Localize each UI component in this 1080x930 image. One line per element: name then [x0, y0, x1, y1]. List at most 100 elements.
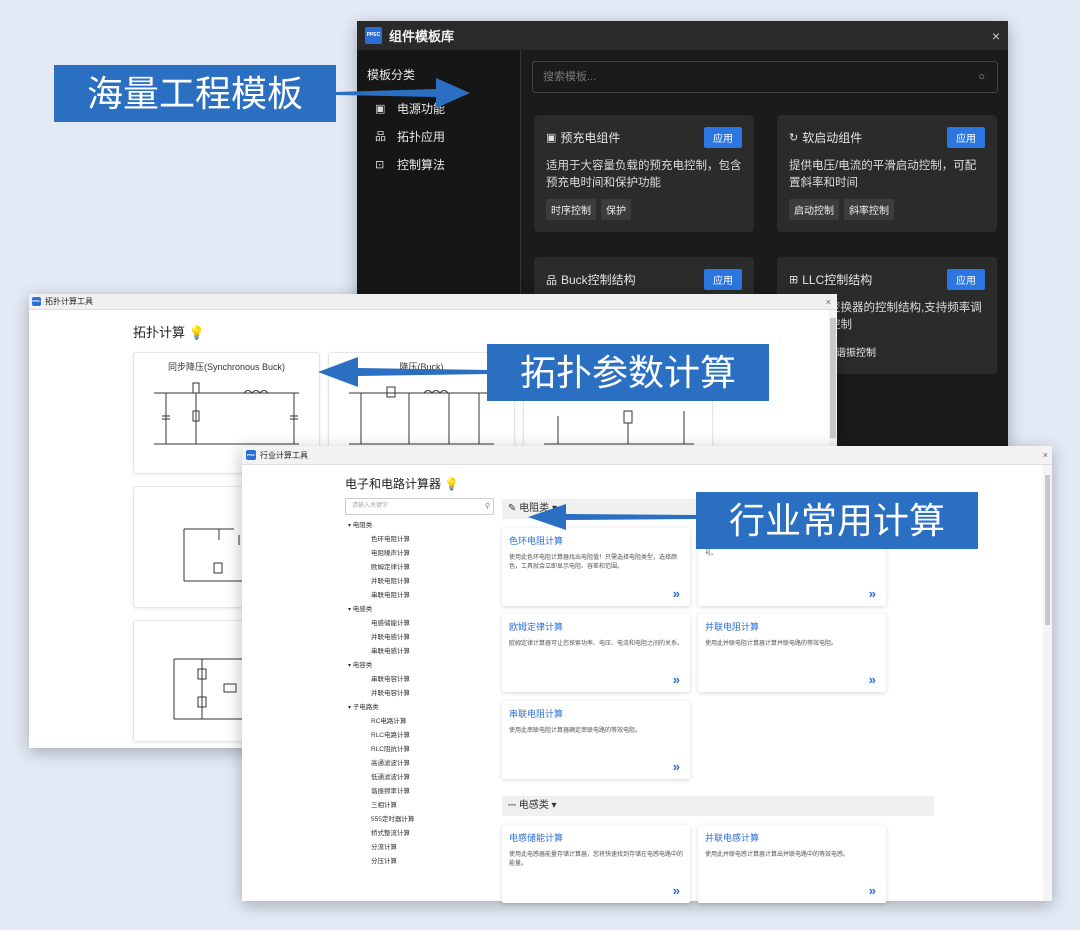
- card-title: 软启动组件: [802, 131, 863, 145]
- apply-button[interactable]: 应用: [947, 269, 985, 290]
- tree-leaf[interactable]: 串联电感计算: [348, 645, 414, 659]
- tree-leaf[interactable]: 电感储能计算: [348, 617, 414, 631]
- calc-card[interactable]: 色环电阻计算 使用此色环电阻计算器找出电阻值！只需选择电阻类型，选择颜色，工具就…: [502, 528, 690, 606]
- open-arrow-icon[interactable]: »: [869, 672, 876, 687]
- tree-leaf[interactable]: 色环电阻计算: [348, 533, 414, 547]
- tree-leaf[interactable]: 桥式整流计算: [348, 827, 414, 841]
- open-arrow-icon[interactable]: »: [673, 672, 680, 687]
- tree-leaf[interactable]: 并联电容计算: [348, 687, 414, 701]
- apply-button[interactable]: 应用: [947, 127, 985, 148]
- calc-card[interactable]: 并联电感计算 使用此并联电感计算器计算出并联电路中的等效电感。 »: [698, 825, 886, 903]
- card-title: 串联电阻计算: [509, 709, 564, 719]
- open-arrow-icon[interactable]: »: [673, 759, 680, 774]
- calc-card[interactable]: 串联电阻计算 使用此串联电阻计算器确定串联电路的等效电阻。 »: [502, 701, 690, 779]
- section-header-inductor[interactable]: ⎓ 电感类 ▾: [502, 796, 934, 816]
- card-description: 使用此色环电阻计算器找出电阻值！只需选择电阻类型，选择颜色，工具就会立即显示电阻…: [509, 555, 678, 570]
- tag: 时序控制: [546, 199, 596, 220]
- tree-leaf[interactable]: RLC阻抗计算: [348, 743, 414, 757]
- tree-leaf[interactable]: 分流计算: [348, 841, 414, 855]
- chip-icon: ⊞: [789, 274, 799, 286]
- apply-button[interactable]: 应用: [704, 127, 742, 148]
- close-icon[interactable]: ×: [992, 28, 1000, 44]
- tag: 启动控制: [789, 199, 839, 220]
- tag: 斜率控制: [844, 199, 894, 220]
- tree-category[interactable]: 电感类: [348, 603, 414, 617]
- hierarchy-icon: 品: [375, 131, 386, 143]
- card-title: 电感储能计算: [509, 833, 564, 843]
- pencil-icon: ✎: [508, 503, 520, 514]
- search-input[interactable]: 搜索模板... ○: [532, 61, 998, 93]
- tree-leaf[interactable]: 欧姆定律计算: [348, 561, 414, 575]
- callout-industry: 行业常用计算: [696, 492, 978, 549]
- category-tree: 电阻类 色环电阻计算 电阻噪声计算 欧姆定律计算 并联电阻计算 串联电阻计算 电…: [348, 519, 415, 869]
- title-bar: PPEC 拓扑计算工具 ×: [29, 294, 837, 310]
- tree-leaf[interactable]: 三相计算: [348, 799, 414, 813]
- window-title: 组件模板库: [389, 29, 455, 44]
- tag: 谐振控制: [836, 348, 876, 359]
- search-placeholder: 搜索模板...: [543, 71, 597, 83]
- sidebar-item-control[interactable]: ⊡ 控制算法: [367, 150, 510, 178]
- page-title: 拓扑计算 💡: [133, 325, 205, 340]
- close-icon[interactable]: ×: [1043, 450, 1048, 460]
- calc-card[interactable]: 欧姆定律计算 欧姆定律计算器可让您探索功率、电压、电流和电阻之间的关系。 »: [502, 614, 690, 692]
- callout-arrow: [528, 504, 698, 530]
- tree-leaf[interactable]: 串联电容计算: [348, 673, 414, 687]
- page-title: 电子和电路计算器 💡: [345, 477, 460, 491]
- open-arrow-icon[interactable]: »: [869, 586, 876, 601]
- card-title: 色环电阻计算: [509, 536, 564, 546]
- search-icon[interactable]: ○: [978, 62, 985, 92]
- tree-leaf[interactable]: 并联电感计算: [348, 631, 414, 645]
- tree-category[interactable]: 电阻类: [348, 519, 414, 533]
- open-arrow-icon[interactable]: »: [673, 586, 680, 601]
- tree-leaf[interactable]: 并联电阻计算: [348, 575, 414, 589]
- section-title: 电感类 ▾: [518, 800, 557, 811]
- template-card[interactable]: ↻ 软启动组件 应用 提供电压/电流的平滑启动控制，可配置斜率和时间 启动控制 斜率控…: [777, 115, 997, 232]
- scrollbar-thumb[interactable]: [1045, 475, 1050, 625]
- tree-search-input[interactable]: 请输入关键字 ⚲: [345, 498, 494, 515]
- sidebar-item-topology[interactable]: 品拓扑应用: [367, 122, 510, 150]
- open-arrow-icon[interactable]: »: [673, 883, 680, 898]
- tree-category[interactable]: 子电路类: [348, 701, 414, 715]
- tree-leaf[interactable]: 分压计算: [348, 855, 414, 869]
- scrollbar[interactable]: [1043, 465, 1052, 901]
- scrollbar-thumb[interactable]: [830, 318, 836, 438]
- sidebar-item-label: 控制算法: [397, 157, 446, 172]
- calc-card[interactable]: 电感储能计算 使用此电感器能量存储计算器，您将快速找到存储在电感电路中的能量。 …: [502, 825, 690, 903]
- tree-leaf[interactable]: RC电路计算: [348, 715, 414, 729]
- card-description: 使用此串联电阻计算器确定串联电路的等效电阻。: [509, 728, 642, 734]
- card-description: 欧姆定律计算器可让您探索功率、电压、电流和电阻之间的关系。: [509, 641, 684, 647]
- inductor-icon: ⎓: [508, 800, 519, 811]
- search-icon[interactable]: ⚲: [485, 499, 490, 514]
- card-description: 使用此并联电感计算器计算出并联电路中的等效电感。: [705, 852, 850, 858]
- callout-templates: 海量工程模板: [54, 65, 336, 122]
- lock-icon: ▣: [546, 132, 557, 144]
- calc-card[interactable]: 并联电阻计算 使用此并联电阻计算器计算并联电路的等效电阻。 »: [698, 614, 886, 692]
- tree-leaf[interactable]: RLC电路计算: [348, 729, 414, 743]
- tree-leaf[interactable]: 低通滤波计算: [348, 771, 414, 785]
- card-description: 适用于大容量负载的预充电控制，包含预充电时间和保护功能: [546, 160, 742, 189]
- close-icon[interactable]: ×: [826, 297, 831, 307]
- card-title: 同步降压(Synchronous Buck): [167, 362, 286, 372]
- tree-leaf[interactable]: 高通滤波计算: [348, 757, 414, 771]
- callout-arrow: [318, 357, 490, 387]
- window-title: 拓扑计算工具: [45, 297, 93, 306]
- template-card[interactable]: ▣ 预充电组件 应用 适用于大容量负载的预充电控制，包含预充电时间和保护功能 时序控…: [534, 115, 754, 232]
- card-description: 使用此并联电阻计算器计算并联电路的等效电阻。: [705, 641, 838, 647]
- card-title: 并联电感计算: [705, 833, 760, 843]
- open-arrow-icon[interactable]: »: [869, 883, 876, 898]
- tree-leaf[interactable]: 谐振频率计算: [348, 785, 414, 799]
- card-title: LLC控制结构: [802, 273, 873, 287]
- sidebar-item-label: 拓扑应用: [397, 129, 446, 144]
- tree-leaf[interactable]: 电阻噪声计算: [348, 547, 414, 561]
- title-bar: PPEC 行业计算工具 ×: [242, 446, 1052, 465]
- main-panel: 搜索模板... ○: [532, 61, 998, 93]
- card-description: 提供电压/电流的平滑启动控制，可配置斜率和时间: [789, 160, 977, 189]
- chip-icon: ⊡: [375, 158, 385, 171]
- card-title: 欧姆定律计算: [509, 622, 564, 632]
- tree-leaf[interactable]: 555定时器计算: [348, 813, 414, 827]
- tree-leaf[interactable]: 串联电阻计算: [348, 589, 414, 603]
- hierarchy-icon: 品: [546, 274, 557, 287]
- tree-category[interactable]: 电容类: [348, 659, 414, 673]
- app-logo: PPEC: [246, 450, 256, 460]
- apply-button[interactable]: 应用: [704, 269, 742, 290]
